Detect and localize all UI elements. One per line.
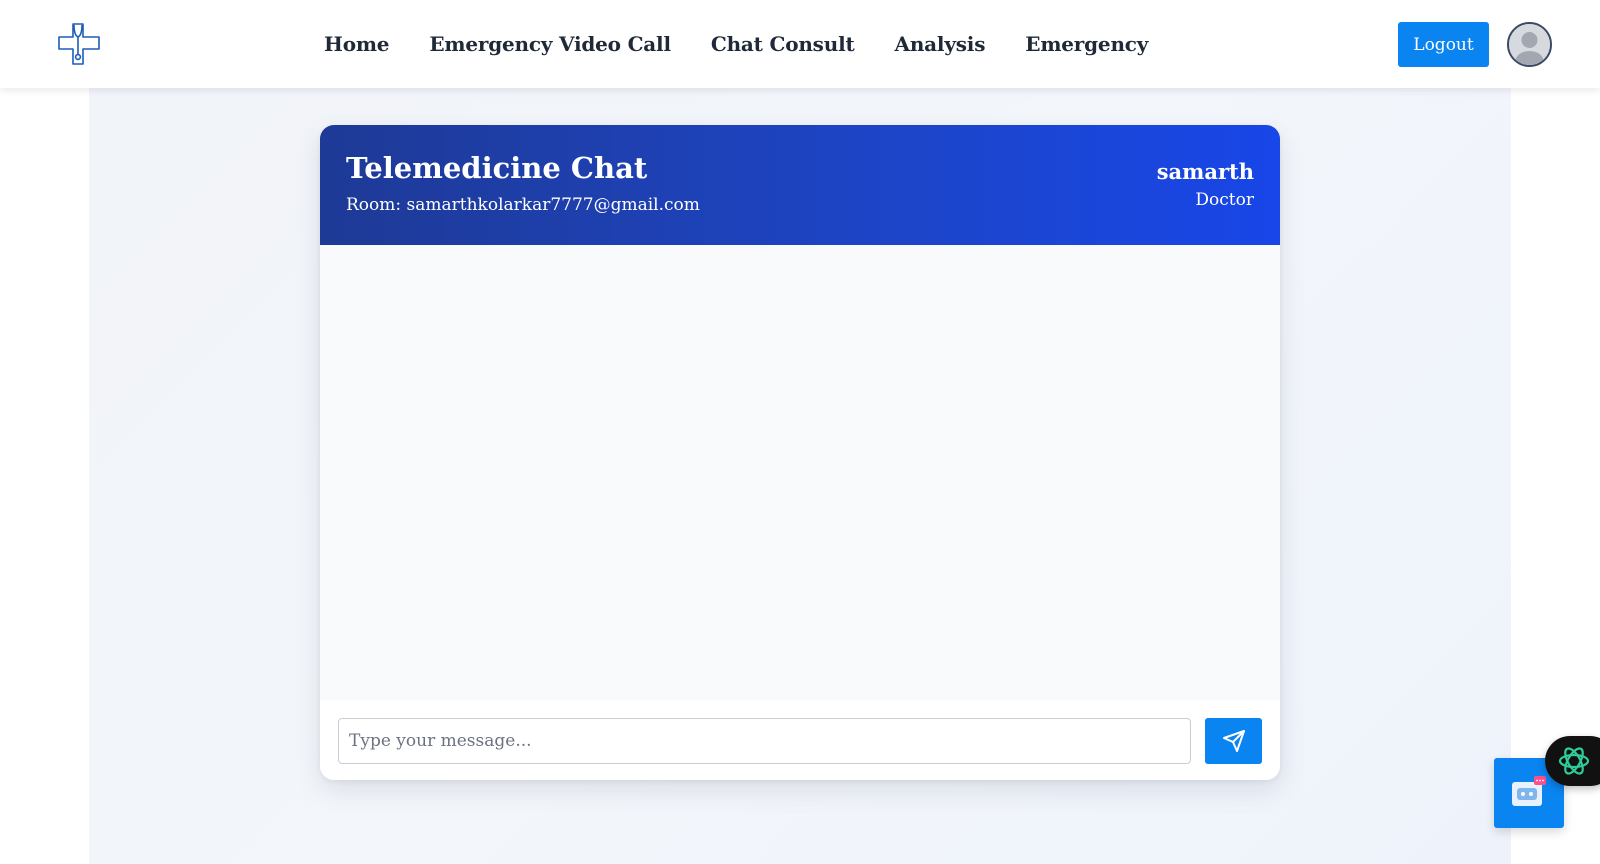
chat-panel: Telemedicine Chat Room: samarthkolarkar7… — [320, 125, 1280, 780]
top-navbar: Home Emergency Video Call Chat Consult A… — [0, 0, 1600, 88]
messages-area[interactable] — [320, 245, 1280, 700]
chat-header: Telemedicine Chat Room: samarthkolarkar7… — [320, 125, 1280, 245]
nav-link-emergency[interactable]: Emergency — [1025, 32, 1148, 56]
nav-link-chat-consult[interactable]: Chat Consult — [711, 32, 855, 56]
chat-user-info: samarth Doctor — [1157, 159, 1254, 210]
chat-user-role: Doctor — [1195, 190, 1254, 210]
medical-logo-icon[interactable] — [58, 22, 102, 66]
nav-link-emergency-video-call[interactable]: Emergency Video Call — [429, 32, 671, 56]
message-input-bar — [320, 700, 1280, 780]
nav-link-analysis[interactable]: Analysis — [895, 32, 986, 56]
ai-assistant-icon — [1557, 744, 1591, 778]
logout-button[interactable]: Logout — [1398, 22, 1489, 67]
chat-user-name: samarth — [1156, 159, 1254, 184]
chat-room-label: Room: samarthkolarkar7777@gmail.com — [346, 195, 700, 215]
user-avatar-icon[interactable] — [1507, 22, 1552, 67]
nav-link-home[interactable]: Home — [324, 32, 390, 56]
send-paper-plane-icon — [1222, 729, 1246, 753]
chatbot-robot-icon — [1510, 774, 1548, 812]
main-nav: Home Emergency Video Call Chat Consult A… — [324, 0, 1148, 88]
ai-assistant-button[interactable] — [1545, 736, 1600, 786]
message-input[interactable] — [338, 718, 1191, 764]
chat-title: Telemedicine Chat — [346, 151, 648, 185]
send-button[interactable] — [1205, 718, 1262, 764]
